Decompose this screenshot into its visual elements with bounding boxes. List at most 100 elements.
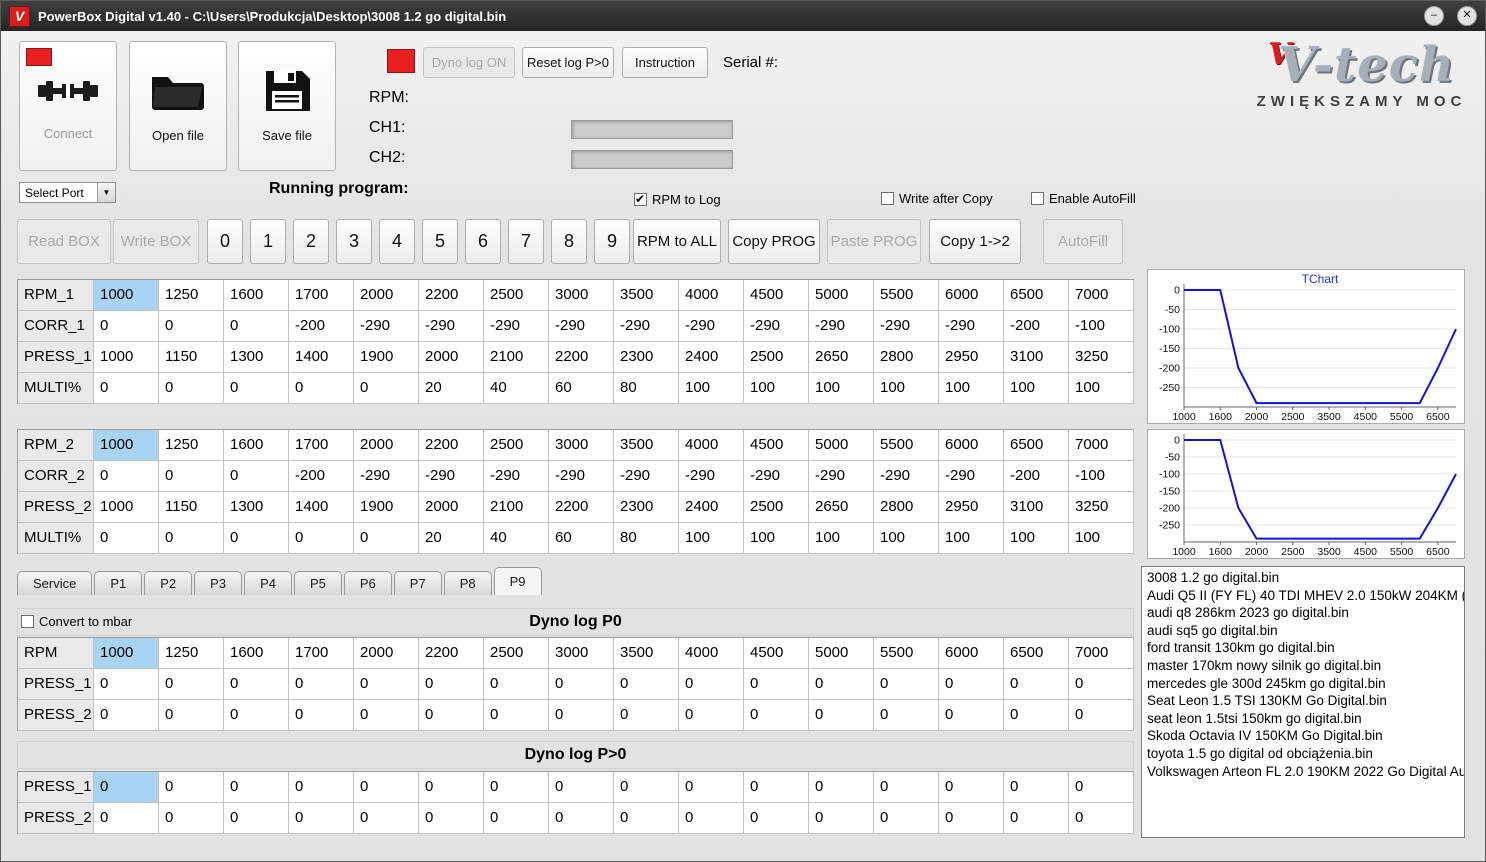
digit-button-5[interactable]: 5 — [422, 219, 458, 264]
grid-cell[interactable]: 0 — [94, 669, 159, 700]
grid-cell[interactable]: 1000 — [94, 280, 159, 311]
grid-cell[interactable]: 100 — [939, 373, 1004, 404]
grid-cell[interactable]: 3000 — [549, 430, 614, 461]
copy-1-to-2-button[interactable]: Copy 1->2 — [929, 219, 1021, 264]
grid-cell[interactable]: 0 — [354, 373, 419, 404]
grid-cell[interactable]: 2200 — [549, 492, 614, 523]
file-list-item[interactable]: Audi Q5 II (FY FL) 40 TDI MHEV 2.0 150kW… — [1142, 587, 1464, 605]
grid-cell[interactable]: 5000 — [809, 638, 874, 669]
open-file-button[interactable]: Open file — [129, 41, 227, 171]
grid-cell[interactable]: 60 — [549, 523, 614, 554]
save-file-button[interactable]: Save file — [238, 41, 336, 171]
grid-cell[interactable]: 2100 — [484, 492, 549, 523]
grid-cell[interactable]: 80 — [614, 373, 679, 404]
grid-cell[interactable]: 0 — [419, 700, 484, 731]
grid-cell[interactable]: 0 — [549, 669, 614, 700]
grid-cell[interactable]: 0 — [94, 311, 159, 342]
grid-cell[interactable]: 100 — [679, 373, 744, 404]
grid-cell[interactable]: -290 — [549, 461, 614, 492]
digit-button-0[interactable]: 0 — [207, 219, 243, 264]
grid-cell[interactable]: 0 — [224, 311, 289, 342]
grid-cell[interactable]: -290 — [549, 311, 614, 342]
grid-cell[interactable]: 0 — [1004, 803, 1069, 834]
rpm-to-all-button[interactable]: RPM to ALL — [633, 219, 721, 264]
grid-cell[interactable]: 0 — [224, 461, 289, 492]
grid-cell[interactable]: 7000 — [1069, 280, 1134, 311]
grid-cell[interactable]: -200 — [1004, 461, 1069, 492]
convert-to-mbar-checkbox[interactable]: Convert to mbar — [21, 614, 132, 629]
digit-button-1[interactable]: 1 — [250, 219, 286, 264]
file-list-item[interactable]: Skoda Octavia IV 150KM Go Digital.bin — [1142, 727, 1464, 745]
grid-cell[interactable]: 0 — [289, 373, 354, 404]
grid-cell[interactable]: -290 — [484, 311, 549, 342]
grid-cell[interactable]: 0 — [94, 461, 159, 492]
grid-cell[interactable]: 0 — [614, 803, 679, 834]
grid-cell[interactable]: 0 — [1069, 803, 1134, 834]
grid-cell[interactable]: 2000 — [354, 280, 419, 311]
grid-cell[interactable]: 0 — [354, 700, 419, 731]
grid-cell[interactable]: 0 — [874, 669, 939, 700]
dyno-log-on-button[interactable]: Dyno log ON — [423, 47, 515, 78]
grid-cell[interactable]: 0 — [1004, 700, 1069, 731]
grid-cell[interactable]: 0 — [809, 803, 874, 834]
grid-cell[interactable]: 100 — [744, 523, 809, 554]
grid-cell[interactable]: 1400 — [289, 492, 354, 523]
digit-button-9[interactable]: 9 — [594, 219, 630, 264]
grid-cell[interactable]: 4500 — [744, 430, 809, 461]
tab-p4[interactable]: P4 — [244, 571, 292, 595]
tab-p6[interactable]: P6 — [343, 571, 392, 595]
grid-cell[interactable]: 6000 — [939, 280, 1004, 311]
grid-cell[interactable]: 3500 — [614, 638, 679, 669]
grid-cell[interactable]: -290 — [679, 311, 744, 342]
grid-cell[interactable]: 60 — [549, 373, 614, 404]
grid-cell[interactable]: 2000 — [419, 492, 484, 523]
grid-cell[interactable]: 100 — [809, 523, 874, 554]
rpm-to-log-checkbox[interactable]: RPM to Log — [634, 192, 721, 207]
grid-cell[interactable]: -200 — [289, 311, 354, 342]
minimize-button[interactable]: – — [1424, 6, 1444, 26]
grid-cell[interactable]: -100 — [1069, 461, 1134, 492]
grid-cell[interactable]: 2400 — [679, 492, 744, 523]
grid-cell[interactable]: 0 — [94, 700, 159, 731]
grid-cell[interactable]: 0 — [354, 803, 419, 834]
grid-cell[interactable]: 2200 — [419, 638, 484, 669]
grid-cell[interactable]: 4500 — [744, 280, 809, 311]
grid-cell[interactable]: 100 — [1004, 373, 1069, 404]
grid-cell[interactable]: 1600 — [224, 280, 289, 311]
grid-cell[interactable]: 2500 — [484, 280, 549, 311]
grid-cell[interactable]: 0 — [224, 700, 289, 731]
tab-p8[interactable]: P8 — [443, 571, 492, 595]
grid-cell[interactable]: 0 — [484, 772, 549, 803]
grid-cell[interactable]: 0 — [419, 772, 484, 803]
grid-cell[interactable]: -290 — [939, 311, 1004, 342]
grid-cell[interactable]: 0 — [289, 669, 354, 700]
grid-cell[interactable]: 0 — [159, 669, 224, 700]
grid-cell[interactable]: 100 — [874, 523, 939, 554]
grid-cell[interactable]: 0 — [484, 700, 549, 731]
grid-cell[interactable]: 1150 — [159, 492, 224, 523]
paste-prog-button[interactable]: Paste PROG — [827, 219, 921, 264]
grid-cell[interactable]: -290 — [354, 311, 419, 342]
grid-cell[interactable]: 5000 — [809, 280, 874, 311]
grid-cell[interactable]: 0 — [354, 523, 419, 554]
grid-cell[interactable]: -290 — [809, 311, 874, 342]
file-list-item[interactable]: 3008 1.2 go digital.bin — [1142, 569, 1464, 587]
grid-cell[interactable]: -100 — [1069, 311, 1134, 342]
grid-cell[interactable]: -290 — [419, 461, 484, 492]
grid-cell[interactable]: 2650 — [809, 492, 874, 523]
tab-p3[interactable]: P3 — [194, 571, 243, 595]
grid-cell[interactable]: 0 — [354, 772, 419, 803]
grid-cell[interactable]: -290 — [354, 461, 419, 492]
grid-cell[interactable]: 0 — [679, 803, 744, 834]
grid-cell[interactable]: 0 — [94, 803, 159, 834]
grid-cell[interactable]: 100 — [1004, 523, 1069, 554]
grid-cell[interactable]: 0 — [1004, 772, 1069, 803]
grid-cell[interactable]: 2100 — [484, 342, 549, 373]
grid-cell[interactable]: 6500 — [1004, 430, 1069, 461]
grid-cell[interactable]: 4000 — [679, 280, 744, 311]
tab-p7[interactable]: P7 — [393, 571, 442, 595]
grid-cell[interactable]: 7000 — [1069, 638, 1134, 669]
grid-cell[interactable]: -200 — [1004, 311, 1069, 342]
grid-cell[interactable]: 0 — [1069, 669, 1134, 700]
grid-cell[interactable]: 0 — [809, 772, 874, 803]
